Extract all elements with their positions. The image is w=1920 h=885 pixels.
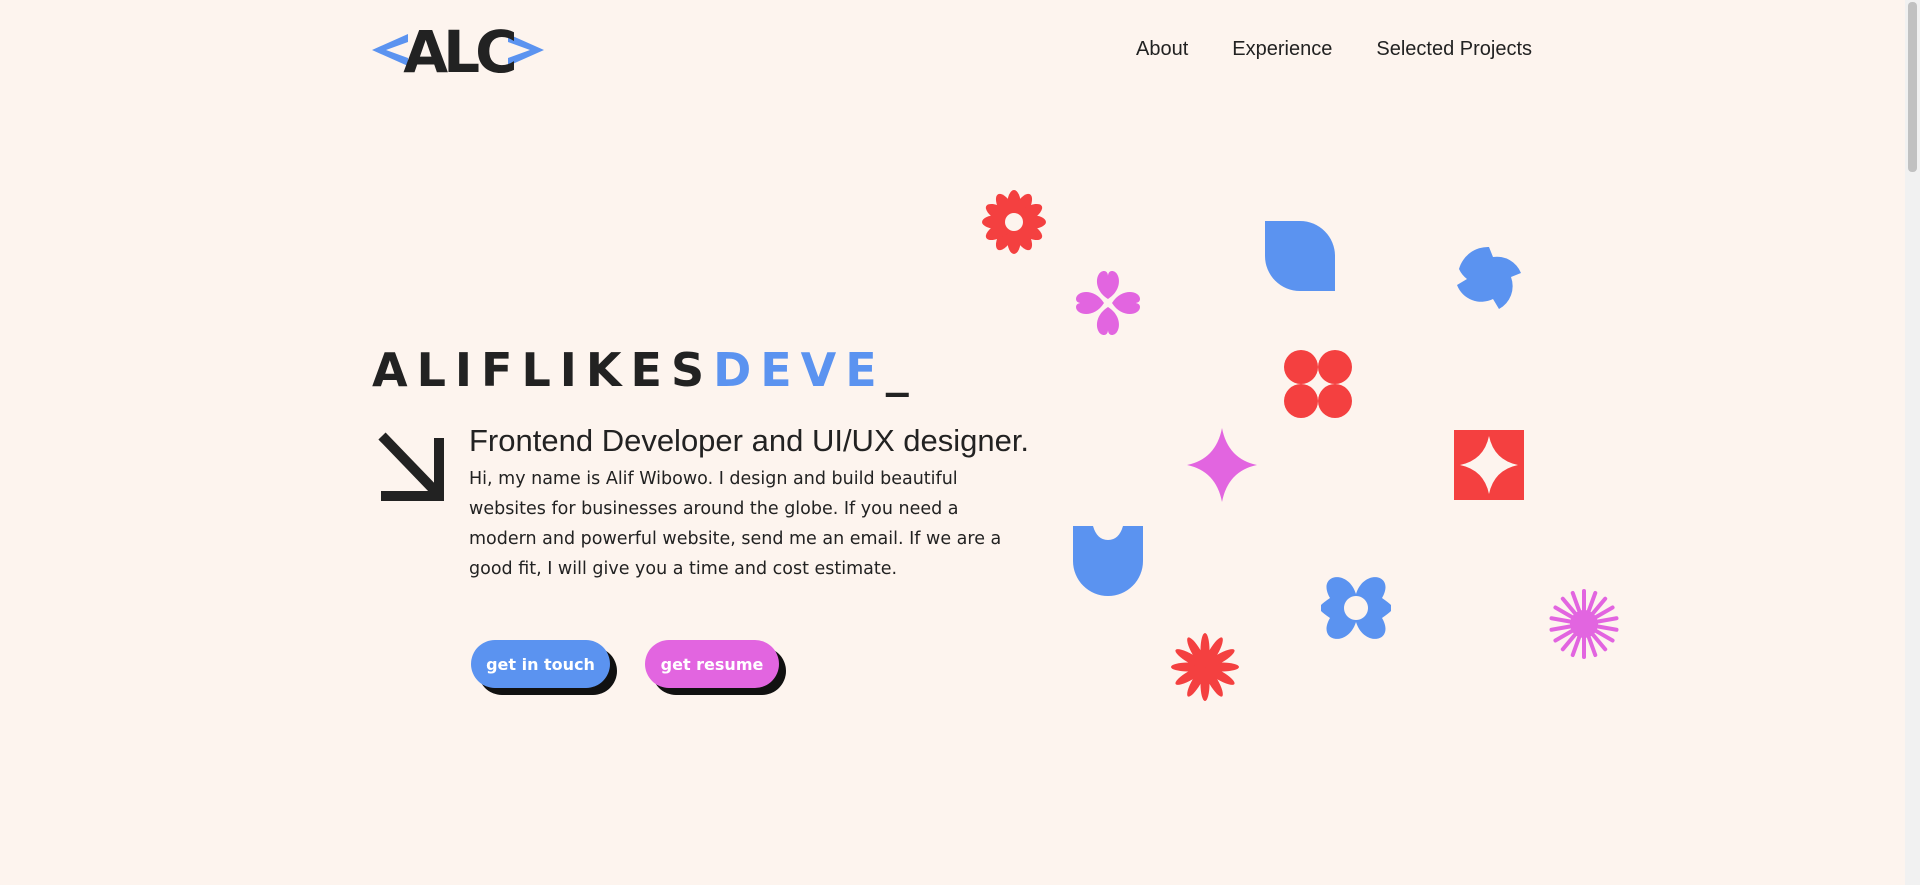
- red-four-circles-icon: [1284, 350, 1352, 418]
- arrow-down-right-icon: [378, 432, 444, 501]
- nav-about[interactable]: About: [1136, 38, 1188, 61]
- typed-text-dark: ALIFLIKES: [372, 343, 714, 397]
- typed-heading: ALIFLIKESDEVE_: [372, 342, 918, 398]
- typing-cursor: _: [885, 343, 918, 397]
- red-starburst-icon: [1171, 633, 1239, 701]
- logo[interactable]: ALC: [372, 22, 544, 78]
- blue-swirl-icon: [1457, 246, 1521, 309]
- page-scrollbar[interactable]: [1905, 0, 1920, 885]
- blue-flower-icon: [1321, 577, 1391, 639]
- get-in-touch-button[interactable]: get in touch: [471, 640, 610, 688]
- logo-text: ALC: [403, 22, 514, 78]
- hero-headline: Frontend Developer and UI/UX designer.: [469, 423, 1030, 458]
- pink-heart-clover-icon: [1076, 271, 1140, 335]
- scrollbar-thumb[interactable]: [1908, 2, 1917, 172]
- hero-intro: Hi, my name is Alif Wibowo. I design and…: [469, 469, 1002, 579]
- get-resume-button[interactable]: get resume: [645, 640, 779, 688]
- red-flower-icon: [982, 190, 1046, 254]
- main-nav: About Experience Selected Projects: [1136, 38, 1532, 61]
- red-sparkle-square-icon: [1454, 430, 1524, 500]
- pink-sparkle-icon: [1187, 428, 1257, 502]
- nav-selected-projects[interactable]: Selected Projects: [1376, 38, 1532, 61]
- blue-leaf-icon: [1265, 221, 1335, 291]
- blue-tulip-icon: [1073, 526, 1143, 596]
- nav-experience[interactable]: Experience: [1232, 38, 1332, 61]
- typed-text-blue: DEVE: [713, 343, 886, 397]
- pink-starburst-icon: [1549, 589, 1619, 659]
- page: ALC About Experience Selected Projects A…: [0, 0, 1920, 885]
